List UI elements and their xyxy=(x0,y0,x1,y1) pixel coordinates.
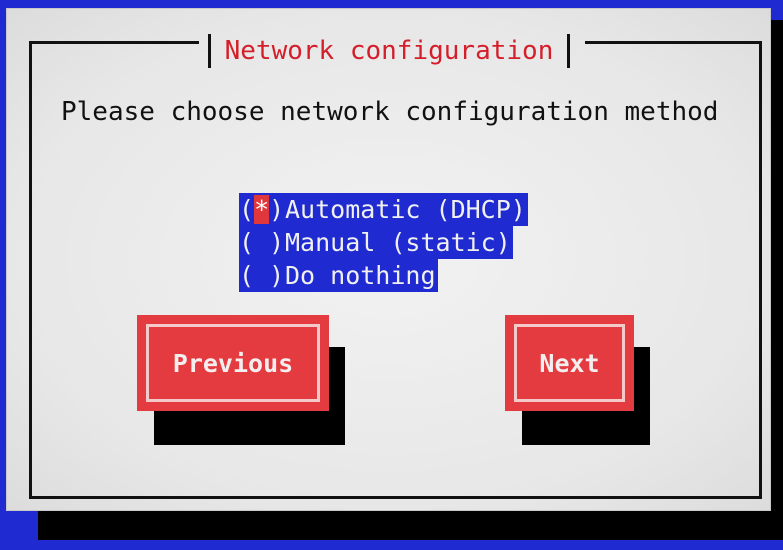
radio-marker: (*) xyxy=(239,195,285,224)
screen: Network configuration Please choose netw… xyxy=(0,0,783,550)
dialog-title-bar: Network configuration xyxy=(193,31,585,71)
next-button-label: Next xyxy=(539,348,600,378)
radio-option-label: Automatic (DHCP) xyxy=(285,195,526,224)
frame-top-right xyxy=(585,41,762,44)
previous-button-label: Previous xyxy=(172,348,294,378)
radio-option-do-nothing[interactable]: ( ) Do nothing xyxy=(239,259,438,292)
radio-marker: ( ) xyxy=(239,261,285,290)
previous-button[interactable]: Previous xyxy=(137,315,329,411)
dialog-title: Network configuration xyxy=(224,36,554,66)
title-right-bracket xyxy=(567,34,571,68)
radio-selected-indicator: * xyxy=(254,195,270,224)
radio-marker: ( ) xyxy=(239,228,285,257)
radio-option-label: Do nothing xyxy=(285,261,436,290)
network-config-dialog: Network configuration Please choose netw… xyxy=(6,8,771,511)
radio-option-manual-static[interactable]: ( ) Manual (static) xyxy=(239,226,513,259)
frame-top-left xyxy=(29,41,199,44)
radio-option-automatic-dhcp[interactable]: (*) Automatic (DHCP) xyxy=(239,193,528,226)
next-button[interactable]: Next xyxy=(505,315,634,411)
dialog-shadow-right xyxy=(771,20,783,540)
config-method-radio-list: (*) Automatic (DHCP) ( ) Manual (static)… xyxy=(239,193,528,292)
prompt-text: Please choose network configuration meth… xyxy=(61,97,719,127)
radio-option-label: Manual (static) xyxy=(285,228,511,257)
